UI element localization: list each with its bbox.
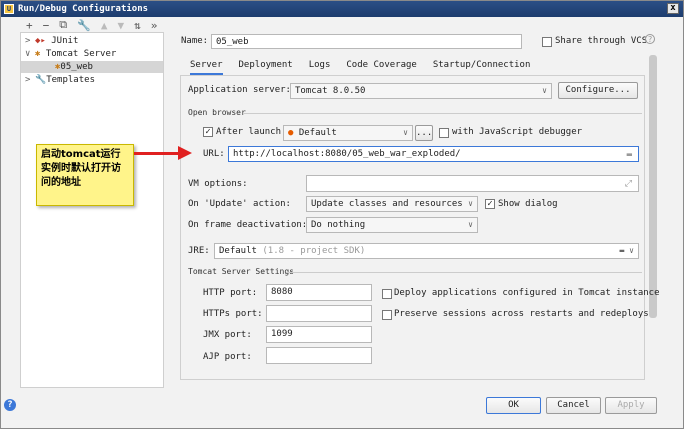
chevron-down-icon: ∨ bbox=[468, 199, 473, 208]
tab-startup-connection[interactable]: Startup/Connection bbox=[433, 60, 531, 75]
chevron-down-icon: ▬ ∨ bbox=[619, 246, 634, 255]
jre-label: JRE: bbox=[188, 246, 210, 256]
name-label: Name: bbox=[181, 36, 209, 46]
wrench-icon[interactable]: 🔧 bbox=[77, 19, 91, 32]
on-frame-label: On frame deactivation: bbox=[188, 220, 308, 230]
js-debugger-checkbox[interactable] bbox=[439, 128, 449, 138]
help-icon[interactable]: ? bbox=[645, 34, 655, 44]
name-field[interactable]: 05_web bbox=[211, 34, 522, 49]
expand-icon[interactable]: ⤢ bbox=[625, 177, 632, 191]
tree-item-label: JUnit bbox=[51, 36, 79, 46]
url-field[interactable]: http://localhost:8080/05_web_war_explode… bbox=[228, 146, 639, 162]
tab-server[interactable]: Server bbox=[190, 60, 223, 75]
config-toolbar: + − ⧉ 🔧 ▲ ▼ ⇅ » bbox=[26, 18, 157, 32]
browser-more-button[interactable]: ... bbox=[415, 125, 433, 141]
jmx-port-field[interactable]: 1099 bbox=[266, 326, 372, 343]
url-value: http://localhost:8080/05_web_war_explode… bbox=[233, 149, 461, 159]
vm-options-field[interactable]: ⤢ bbox=[306, 175, 639, 192]
cancel-button[interactable]: Cancel bbox=[546, 397, 601, 414]
show-dialog-checkbox[interactable]: ✓ bbox=[485, 199, 495, 209]
tree-item-label: 05_web bbox=[60, 62, 93, 72]
browser-select[interactable]: ● Default ∨ bbox=[283, 125, 413, 141]
chevron-down-icon: ∨ bbox=[468, 220, 473, 229]
tree-item-label: Templates bbox=[46, 75, 95, 85]
on-update-label: On 'Update' action: bbox=[188, 199, 291, 209]
remove-icon[interactable]: − bbox=[43, 19, 50, 32]
http-port-field[interactable]: 8080 bbox=[266, 284, 372, 301]
chevron-down-icon[interactable]: ∨ bbox=[25, 48, 35, 60]
preserve-sessions-checkbox[interactable] bbox=[382, 310, 392, 320]
annotation-callout: 启动tomcat运行实例时默认打开访问的地址 bbox=[36, 144, 134, 206]
tree-item-junit[interactable]: > ◆▸ JUnit bbox=[25, 35, 161, 47]
on-frame-select[interactable]: Do nothing ∨ bbox=[306, 217, 478, 233]
tomcat-icon: ✱ bbox=[35, 49, 41, 59]
preserve-sessions-label: Preserve sessions across restarts and re… bbox=[394, 309, 649, 319]
chevron-down-icon: ∨ bbox=[403, 128, 408, 137]
on-update-value: Update classes and resources bbox=[311, 199, 463, 209]
tomcat-settings-section: Tomcat Server Settings bbox=[188, 267, 294, 276]
app-server-select[interactable]: Tomcat 8.0.50 ∨ bbox=[290, 83, 552, 99]
folder-icon[interactable]: ▬ bbox=[627, 148, 632, 161]
tree-item-tomcat-server[interactable]: ∨ ✱ Tomcat Server bbox=[25, 48, 161, 60]
share-vcs-checkbox[interactable] bbox=[542, 37, 552, 47]
jre-value: Default bbox=[219, 246, 257, 256]
app-icon: U bbox=[4, 4, 14, 14]
deploy-apps-label: Deploy applications configured in Tomcat… bbox=[394, 288, 660, 298]
close-icon[interactable]: x bbox=[667, 3, 679, 14]
annotation-arrow-head bbox=[178, 146, 192, 160]
app-server-label: Application server: bbox=[188, 85, 291, 95]
divider bbox=[286, 272, 642, 273]
after-launch-checkbox[interactable]: ✓ bbox=[203, 127, 213, 137]
app-server-value: Tomcat 8.0.50 bbox=[295, 86, 366, 96]
chevron-right-icon[interactable]: > bbox=[25, 74, 35, 86]
tab-deployment[interactable]: Deployment bbox=[239, 60, 293, 75]
chevron-right-icon[interactable]: > bbox=[25, 35, 35, 47]
more-icon[interactable]: » bbox=[151, 19, 158, 32]
jre-select[interactable]: Default (1.8 - project SDK) ▬ ∨ bbox=[214, 243, 639, 259]
url-label: URL: bbox=[203, 149, 225, 159]
help-icon[interactable]: ? bbox=[4, 399, 16, 411]
browser-value: Default bbox=[298, 128, 337, 138]
chrome-icon: ● bbox=[288, 128, 294, 138]
annotation-arrow bbox=[134, 152, 180, 155]
move-down-icon[interactable]: ▼ bbox=[117, 19, 124, 32]
copy-icon[interactable]: ⧉ bbox=[59, 18, 67, 32]
on-update-select[interactable]: Update classes and resources ∨ bbox=[306, 196, 478, 212]
window-title: Run/Debug Configurations bbox=[18, 4, 149, 14]
config-tree: > ◆▸ JUnit ∨ ✱ Tomcat Server ✱05_web > 🔧Tem… bbox=[20, 32, 164, 388]
sort-icon[interactable]: ⇅ bbox=[134, 19, 141, 32]
configure-button[interactable]: Configure... bbox=[558, 82, 638, 99]
on-frame-value: Do nothing bbox=[311, 220, 366, 230]
tree-item-templates[interactable]: > 🔧Templates bbox=[25, 74, 161, 86]
tab-code-coverage[interactable]: Code Coverage bbox=[346, 60, 416, 75]
apply-button[interactable]: Apply bbox=[605, 397, 657, 414]
divider bbox=[244, 113, 642, 114]
after-launch-label: After launch bbox=[216, 127, 282, 137]
deploy-apps-checkbox[interactable] bbox=[382, 289, 392, 299]
title-bar: U Run/Debug Configurations x bbox=[1, 1, 683, 17]
wrench-icon: 🔧 bbox=[35, 75, 47, 85]
tree-item-label: Tomcat Server bbox=[45, 49, 117, 59]
open-browser-section: Open browser bbox=[188, 108, 246, 117]
show-dialog-label: Show dialog bbox=[498, 199, 558, 209]
move-up-icon[interactable]: ▲ bbox=[101, 19, 108, 32]
http-port-label: HTTP port: bbox=[203, 288, 258, 298]
ajp-port-label: AJP port: bbox=[203, 352, 252, 362]
https-port-label: HTTPs port: bbox=[203, 309, 263, 319]
vm-options-label: VM options: bbox=[188, 179, 248, 189]
chevron-down-icon: ∨ bbox=[542, 86, 547, 95]
https-port-field[interactable] bbox=[266, 305, 372, 322]
share-vcs-label: Share through VCS bbox=[555, 36, 648, 46]
ok-button[interactable]: OK bbox=[486, 397, 541, 414]
junit-icon: ◆▸ bbox=[35, 36, 46, 46]
config-tabs: Server Deployment Logs Code Coverage Sta… bbox=[190, 60, 530, 75]
tab-logs[interactable]: Logs bbox=[309, 60, 331, 75]
jre-hint: (1.8 - project SDK) bbox=[262, 246, 366, 256]
vertical-scrollbar[interactable] bbox=[649, 55, 657, 318]
add-icon[interactable]: + bbox=[26, 19, 33, 32]
js-debugger-label: with JavaScript debugger bbox=[452, 127, 583, 137]
jmx-port-label: JMX port: bbox=[203, 330, 252, 340]
ajp-port-field[interactable] bbox=[266, 347, 372, 364]
tree-item-05-web[interactable]: ✱05_web bbox=[21, 61, 163, 73]
